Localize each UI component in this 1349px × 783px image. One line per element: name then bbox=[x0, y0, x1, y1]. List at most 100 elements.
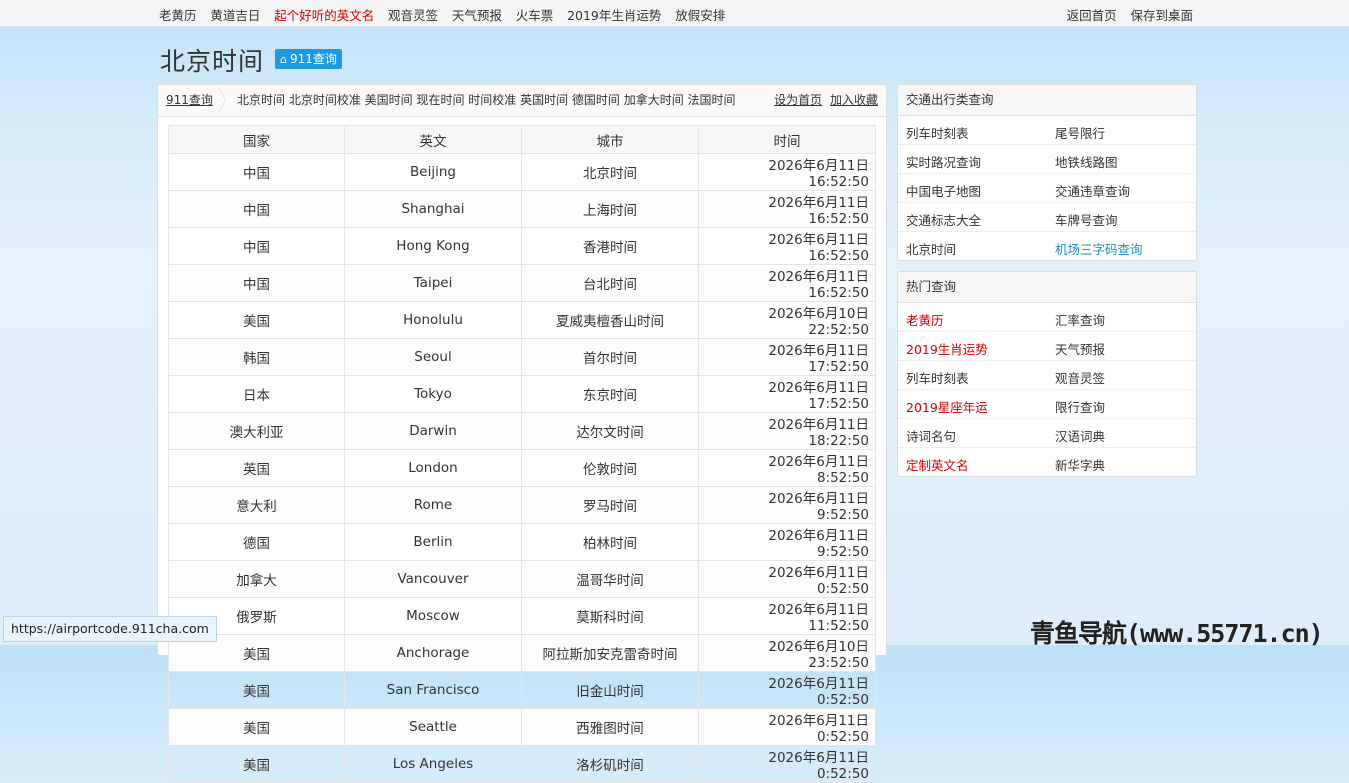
table-row: 中国 Beijing 北京时间 2026年6月11日 16:52:50 bbox=[168, 153, 883, 191]
cell-country: 德国 bbox=[168, 523, 345, 561]
breadcrumb-keywords: 北京时间 北京时间校准 美国时间 现在时间 时间校准 英国时间 德国时间 加拿大… bbox=[237, 93, 736, 107]
cell-city: 莫斯科时间 bbox=[521, 597, 699, 635]
cell-english: Rome bbox=[344, 486, 522, 524]
hot-panel-title: 热门查询 bbox=[898, 272, 1196, 303]
cell-city: 阿拉斯加安克雷奇时间 bbox=[521, 634, 699, 672]
save-to-desktop-link[interactable]: 保存到桌面 bbox=[1130, 8, 1193, 23]
column-header-city: 城市 bbox=[521, 125, 699, 154]
table-row: 德国 Berlin 柏林时间 2026年6月11日 9:52:50 bbox=[168, 523, 887, 561]
top-nav-link[interactable]: 放假安排 bbox=[675, 8, 725, 23]
table-row: 中国 Shanghai 上海时间 2026年6月11日 16:52:50 bbox=[168, 190, 883, 228]
home-icon: ⌂ bbox=[280, 53, 287, 66]
cell-city: 旧金山时间 bbox=[521, 671, 699, 709]
sidebar-link[interactable]: 新华字典 bbox=[1055, 455, 1105, 474]
cell-city: 达尔文时间 bbox=[521, 412, 699, 450]
sidebar-link[interactable]: 定制英文名 bbox=[906, 455, 969, 474]
top-nav-link[interactable]: 火车票 bbox=[516, 8, 554, 23]
sidebar-link[interactable]: 机场三字码查询 bbox=[1055, 239, 1143, 258]
table-row: 美国 Anchorage 阿拉斯加安克雷奇时间 2026年6月10日 23:52:50 bbox=[168, 634, 883, 672]
sidebar-row: 交通标志大全 车牌号查询 bbox=[898, 203, 1196, 232]
add-bookmark-link[interactable]: 加入收藏 bbox=[830, 93, 878, 107]
cell-english: Berlin bbox=[344, 523, 522, 561]
back-home-link[interactable]: 返回首页 bbox=[1067, 8, 1117, 23]
sidebar-link[interactable]: 交通违章查询 bbox=[1055, 181, 1130, 200]
cell-city: 柏林时间 bbox=[521, 523, 699, 561]
cell-time: 2026年6月10日 22:52:50 bbox=[698, 301, 883, 339]
sidebar-link[interactable]: 老黄历 bbox=[906, 310, 944, 329]
table-row: 美国 Seattle 西雅图时间 2026年6月11日 0:52:50 bbox=[168, 708, 887, 746]
cell-english: Beijing bbox=[344, 153, 522, 191]
column-header-time: 时间 bbox=[698, 125, 876, 154]
status-bar-url: https://airportcode.911cha.com bbox=[3, 616, 217, 642]
sidebar-link[interactable]: 交通标志大全 bbox=[906, 210, 981, 229]
cell-english: Tokyo bbox=[344, 375, 522, 413]
sidebar-link[interactable]: 2019生肖运势 bbox=[906, 339, 988, 358]
set-homepage-link[interactable]: 设为首页 bbox=[774, 93, 822, 107]
table-row: 韩国 Seoul 首尔时间 2026年6月11日 17:52:50 bbox=[168, 338, 883, 376]
sidebar-link[interactable]: 列车时刻表 bbox=[906, 123, 969, 142]
sidebar-link[interactable]: 地铁线路图 bbox=[1055, 152, 1118, 171]
sidebar-row: 中国电子地图 交通违章查询 bbox=[898, 174, 1196, 203]
sidebar-row: 列车时刻表 观音灵签 bbox=[898, 361, 1196, 390]
world-time-table: 国家 英文 城市 时间 中国 Beijing 北京时间 2026年6月11日 16:5… bbox=[168, 125, 887, 783]
sidebar-link[interactable]: 2019星座年运 bbox=[906, 397, 988, 416]
sidebar-link[interactable]: 北京时间 bbox=[906, 239, 956, 258]
cell-english: Seattle bbox=[344, 708, 522, 746]
sidebar-link[interactable]: 实时路况查询 bbox=[906, 152, 981, 171]
cell-english: Seoul bbox=[344, 338, 522, 376]
cell-country: 日本 bbox=[168, 375, 345, 413]
top-nav-link[interactable]: 黄道吉日 bbox=[210, 8, 260, 23]
breadcrumb-separator-inner bbox=[217, 85, 225, 115]
cell-country: 英国 bbox=[168, 449, 345, 487]
cell-time: 2026年6月11日 11:52:50 bbox=[698, 597, 883, 635]
top-nav-links: 老黄历 黄道吉日 起个好听的英文名 观音灵签 天气预报 火车票 2019年生肖运… bbox=[159, 5, 735, 24]
cell-city: 东京时间 bbox=[521, 375, 699, 413]
sidebar-link[interactable]: 汉语词典 bbox=[1055, 426, 1105, 445]
top-nav-link[interactable]: 2019年生肖运势 bbox=[567, 8, 661, 23]
cell-time: 2026年6月11日 0:52:50 bbox=[698, 708, 887, 746]
sidebar-link[interactable]: 观音灵签 bbox=[1055, 368, 1105, 387]
table-header-row: 国家 英文 城市 时间 bbox=[168, 125, 876, 154]
table-row: 加拿大 Vancouver 温哥华时间 2026年6月11日 0:52:50 bbox=[168, 560, 887, 598]
cell-city: 洛杉矶时间 bbox=[521, 745, 699, 783]
cell-country: 美国 bbox=[168, 301, 345, 339]
top-nav-link[interactable]: 起个好听的英文名 bbox=[274, 8, 374, 23]
sidebar-row: 实时路况查询 地铁线路图 bbox=[898, 145, 1196, 174]
table-row: 英国 London 伦敦时间 2026年6月11日 8:52:50 bbox=[168, 449, 887, 487]
cell-english: Anchorage bbox=[344, 634, 522, 672]
cell-city: 首尔时间 bbox=[521, 338, 699, 376]
breadcrumb-home[interactable]: 911查询 bbox=[166, 85, 213, 116]
sidebar-link[interactable]: 限行查询 bbox=[1055, 397, 1105, 416]
cell-time: 2026年6月11日 0:52:50 bbox=[698, 671, 887, 709]
cell-city: 台北时间 bbox=[521, 264, 699, 302]
cell-english: Hong Kong bbox=[344, 227, 522, 265]
column-header-country: 国家 bbox=[168, 125, 345, 154]
top-nav-link[interactable]: 老黄历 bbox=[159, 8, 197, 23]
cell-time: 2026年6月11日 8:52:50 bbox=[698, 449, 887, 487]
sidebar-link[interactable]: 诗词名句 bbox=[906, 426, 956, 445]
cell-country: 美国 bbox=[168, 708, 345, 746]
traffic-panel-title: 交通出行类查询 bbox=[898, 85, 1196, 116]
cell-english: Honolulu bbox=[344, 301, 522, 339]
sidebar-link[interactable]: 尾号限行 bbox=[1055, 123, 1105, 142]
top-nav-link[interactable]: 天气预报 bbox=[452, 8, 502, 23]
cell-english: Moscow bbox=[344, 597, 522, 635]
sidebar-link[interactable]: 中国电子地图 bbox=[906, 181, 981, 200]
top-nav-link[interactable]: 观音灵签 bbox=[388, 8, 438, 23]
traffic-query-panel: 交通出行类查询 列车时刻表 尾号限行实时路况查询 地铁线路图中国电子地图 交通违章查询… bbox=[897, 84, 1197, 261]
page-title: 北京时间 bbox=[160, 47, 265, 76]
sidebar-link[interactable]: 列车时刻表 bbox=[906, 368, 969, 387]
cell-english: Darwin bbox=[344, 412, 522, 450]
sidebar-link[interactable]: 汇率查询 bbox=[1055, 310, 1105, 329]
cell-english: London bbox=[344, 449, 522, 487]
cell-time: 2026年6月11日 16:52:50 bbox=[698, 264, 883, 302]
table-body: 中国 Beijing 北京时间 2026年6月11日 16:52:50 中国 Shangh… bbox=[168, 153, 887, 783]
table-row: 意大利 Rome 罗马时间 2026年6月11日 9:52:50 bbox=[168, 486, 887, 524]
site-badge[interactable]: ⌂ 911查询 bbox=[275, 49, 342, 69]
breadcrumb: 911查询 北京时间 北京时间校准 美国时间 现在时间 时间校准 英国时间 德国… bbox=[158, 85, 886, 117]
cell-english: Vancouver bbox=[344, 560, 522, 598]
sidebar-link[interactable]: 车牌号查询 bbox=[1055, 210, 1118, 229]
cell-english: Taipei bbox=[344, 264, 522, 302]
sidebar-link[interactable]: 天气预报 bbox=[1055, 339, 1105, 358]
table-row: 美国 Honolulu 夏威夷檀香山时间 2026年6月10日 22:52:50 bbox=[168, 301, 883, 339]
